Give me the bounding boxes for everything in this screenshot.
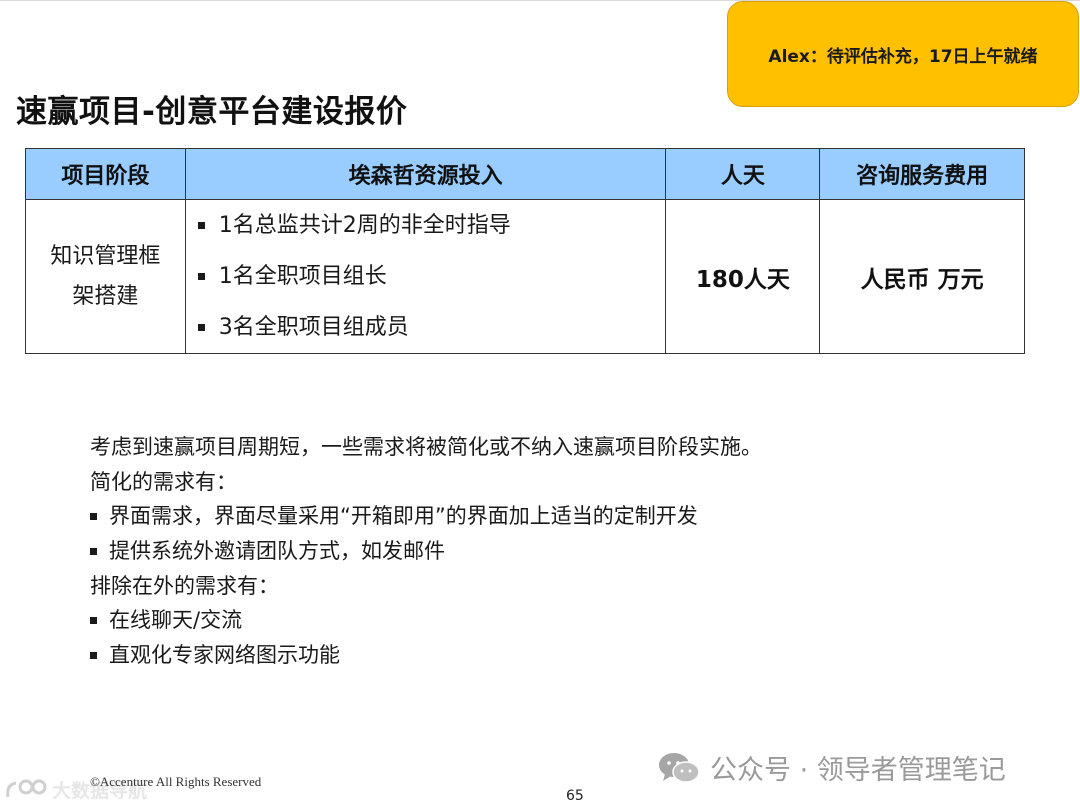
- review-note-text: Alex：待评估补充，17日上午就绪: [768, 46, 1038, 67]
- square-bullet-icon: [90, 547, 97, 555]
- slide-title: 速赢项目-创意平台建设报价: [16, 94, 408, 130]
- list-item: 直观化专家网络图示功能: [90, 638, 762, 673]
- square-bullet-icon: [90, 617, 97, 625]
- fee-cell: 人民币 万元: [819, 199, 1025, 354]
- simplified-item-text: 提供系统外邀请团队方式，如发邮件: [109, 539, 445, 564]
- copyright-text: ©Accenture All Rights Reserved: [90, 774, 262, 789]
- square-bullet-icon: [90, 651, 97, 659]
- simplified-heading: 简化的需求有：: [90, 469, 237, 494]
- quote-table: 项目阶段 埃森哲资源投入 人天 咨询服务费用 知识管理框 架搭建 1名总监共计2…: [25, 148, 1025, 354]
- list-item: 3名全职项目组成员: [197, 302, 666, 353]
- table-header-row: 项目阶段 埃森哲资源投入 人天 咨询服务费用: [25, 148, 1025, 200]
- list-item: 在线聊天/交流: [90, 603, 762, 638]
- logo-icon: [6, 779, 47, 797]
- intro-text: 考虑到速赢项目周期短，一些需求将被简化或不纳入速赢项目阶段实施。: [90, 435, 762, 459]
- watermark-text: 公众号 · 领导者管理笔记: [710, 755, 1006, 786]
- list-item: 界面需求，界面尽量采用“开箱即用”的界面加上适当的定制开发: [90, 499, 762, 534]
- review-note-box: Alex：待评估补充，17日上午就绪: [727, 1, 1079, 107]
- excluded-item-text: 直观化专家网络图示功能: [109, 643, 340, 668]
- excluded-item-text: 在线聊天/交流: [109, 608, 243, 633]
- table-row: 知识管理框 架搭建 1名总监共计2周的非全时指导 1名全职项目组长 3名全职项目…: [25, 199, 1025, 354]
- header-fee: 咨询服务费用: [819, 148, 1025, 200]
- square-bullet-icon: [197, 324, 205, 331]
- phase-line: 架搭建: [72, 283, 139, 309]
- list-item: 提供系统外邀请团队方式，如发邮件: [90, 534, 762, 569]
- square-bullet-icon: [90, 513, 97, 521]
- resource-text: 3名全职项目组成员: [218, 315, 409, 340]
- wechat-icon: [659, 752, 700, 783]
- resources-cell: 1名总监共计2周的非全时指导 1名全职项目组长 3名全职项目组成员: [184, 199, 667, 354]
- square-bullet-icon: [197, 222, 205, 229]
- requirements-notes: 考虑到速赢项目周期短，一些需求将被简化或不纳入速赢项目阶段实施。 简化的需求有：…: [90, 430, 762, 673]
- square-bullet-icon: [197, 273, 205, 280]
- list-item: 1名全职项目组长: [197, 251, 666, 302]
- phase-cell: 知识管理框 架搭建: [25, 199, 186, 354]
- excluded-heading: 排除在外的需求有：: [90, 573, 279, 598]
- resources-list: 1名总监共计2周的非全时指导 1名全职项目组长 3名全职项目组成员: [186, 200, 666, 353]
- header-days: 人天: [665, 148, 821, 200]
- resource-text: 1名全职项目组长: [218, 264, 387, 289]
- days-cell: 180人天: [665, 199, 821, 354]
- header-resources: 埃森哲资源投入: [184, 148, 667, 200]
- simplified-item-text: 界面需求，界面尽量采用“开箱即用”的界面加上适当的定制开发: [109, 504, 698, 529]
- header-phase: 项目阶段: [25, 148, 186, 200]
- list-item: 1名总监共计2周的非全时指导: [197, 200, 666, 251]
- phase-line: 知识管理框: [50, 243, 161, 269]
- resource-text: 1名总监共计2周的非全时指导: [218, 213, 511, 238]
- wechat-watermark: 公众号 · 领导者管理笔记: [658, 748, 1006, 787]
- page-number: 65: [566, 788, 584, 804]
